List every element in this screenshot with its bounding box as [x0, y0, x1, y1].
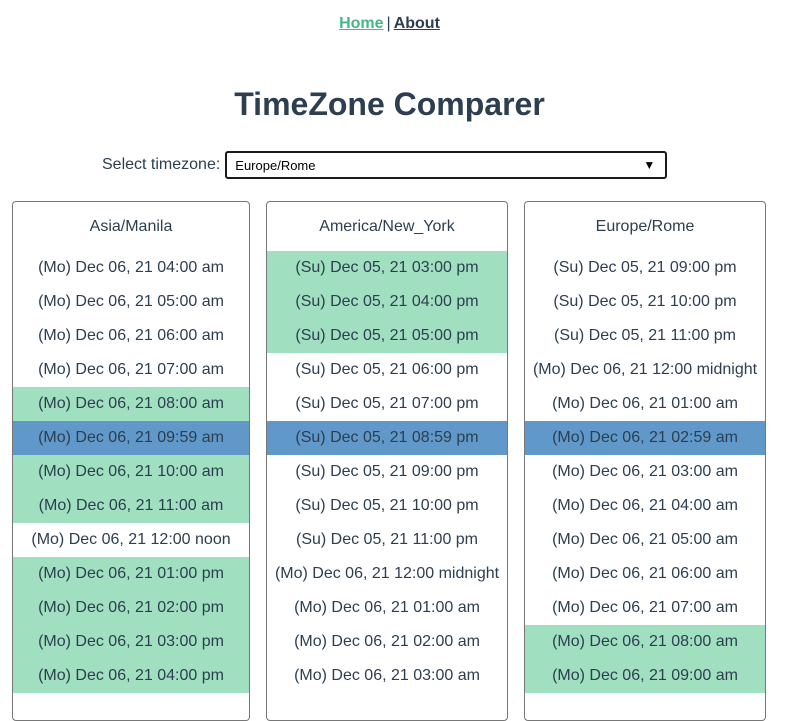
- time-row: (Mo) Dec 06, 21 04:00 am: [552, 497, 738, 514]
- time-row: (Mo) Dec 06, 21 06:00 am: [552, 565, 738, 582]
- time-row: (Mo) Dec 06, 21 01:00 am: [294, 599, 480, 616]
- time-row: (Mo) Dec 06, 21 02:00 am: [294, 633, 480, 650]
- time-row: (Mo) Dec 06, 21 12:00 noon: [31, 531, 231, 548]
- time-row: (Mo) Dec 06, 21 03:00 pm: [13, 625, 249, 659]
- time-row: (Mo) Dec 06, 21 11:00 am: [13, 489, 249, 523]
- timezone-select-label: Select timezone:: [102, 156, 221, 173]
- timezone-column-2: Europe/Rome (Su) Dec 05, 21 09:00 pm (Su)…: [524, 201, 766, 721]
- time-row: (Mo) Dec 06, 21 05:00 am: [38, 293, 224, 310]
- column-header: Asia/Manila: [89, 218, 173, 235]
- time-row: (Mo) Dec 06, 21 08:00 am: [525, 625, 765, 659]
- time-row: (Mo) Dec 06, 21 02:00 pm: [13, 591, 249, 625]
- time-row: (Mo) Dec 06, 21 01:00 am: [552, 395, 738, 412]
- time-row: (Mo) Dec 06, 21 12:00 midnight: [532, 361, 758, 378]
- time-row: (Su) Dec 05, 21 04:00 pm: [267, 285, 507, 319]
- time-row: (Mo) Dec 06, 21 01:00 pm: [13, 557, 249, 591]
- time-row: (Mo) Dec 06, 21 03:00 am: [294, 667, 480, 684]
- time-row: (Mo) Dec 06, 21 10:00 am: [13, 455, 249, 489]
- time-row: (Su) Dec 05, 21 07:00 pm: [295, 395, 479, 412]
- time-row: (Su) Dec 05, 21 11:00 pm: [553, 327, 737, 344]
- time-row: (Mo) Dec 06, 21 03:00 am: [552, 463, 738, 480]
- column-rows: (Su) Dec 05, 21 03:00 pm (Su) Dec 05, 21 …: [267, 251, 507, 693]
- time-row: (Mo) Dec 06, 21 04:00 pm: [13, 659, 249, 693]
- column-rows: (Mo) Dec 06, 21 04:00 am (Mo) Dec 06, 21 …: [13, 251, 249, 693]
- page-title: TimeZone Comparer: [234, 86, 545, 122]
- time-row: (Mo) Dec 06, 21 12:00 midnight: [274, 565, 500, 582]
- time-row: (Mo) Dec 06, 21 04:00 am: [38, 259, 224, 276]
- timezone-selector-row: Select timezone: Europe/Rome ▼: [102, 149, 668, 181]
- dropdown-arrow-icon: ▼: [643, 158, 656, 172]
- time-row-current: (Su) Dec 05, 21 08:59 pm: [267, 421, 507, 455]
- time-row-current: (Mo) Dec 06, 21 02:59 am: [525, 421, 765, 455]
- nav-link-home[interactable]: Home: [339, 15, 383, 32]
- time-row: (Su) Dec 05, 21 11:00 pm: [295, 531, 479, 548]
- time-row: (Mo) Dec 06, 21 07:00 am: [38, 361, 224, 378]
- time-row: (Su) Dec 05, 21 05:00 pm: [267, 319, 507, 353]
- column-header: Europe/Rome: [595, 218, 695, 235]
- time-row: (Su) Dec 05, 21 03:00 pm: [267, 251, 507, 285]
- column-rows: (Su) Dec 05, 21 09:00 pm (Su) Dec 05, 21 …: [525, 251, 765, 693]
- time-row: (Mo) Dec 06, 21 05:00 am: [552, 531, 738, 548]
- timezone-column-0: Asia/Manila (Mo) Dec 06, 21 04:00 am (Mo)…: [12, 201, 250, 721]
- time-row: (Su) Dec 05, 21 09:00 pm: [553, 259, 737, 276]
- timezone-select-value: Europe/Rome: [235, 157, 316, 173]
- nav-link-about[interactable]: About: [394, 15, 440, 32]
- nav-separator: |: [386, 15, 391, 32]
- top-nav: Home | About: [0, 15, 779, 33]
- timezone-select[interactable]: Europe/Rome ▼: [225, 151, 668, 179]
- time-row: (Su) Dec 05, 21 10:00 pm: [553, 293, 737, 310]
- time-row: (Mo) Dec 06, 21 06:00 am: [38, 327, 224, 344]
- time-row: (Mo) Dec 06, 21 07:00 am: [552, 599, 738, 616]
- time-row: (Mo) Dec 06, 21 08:00 am: [13, 387, 249, 421]
- time-row-current: (Mo) Dec 06, 21 09:59 am: [13, 421, 249, 455]
- time-row: (Su) Dec 05, 21 06:00 pm: [295, 361, 479, 378]
- time-row: (Su) Dec 05, 21 09:00 pm: [295, 463, 479, 480]
- column-header: America/New_York: [319, 218, 455, 235]
- time-row: (Su) Dec 05, 21 10:00 pm: [295, 497, 479, 514]
- time-row: (Mo) Dec 06, 21 09:00 am: [525, 659, 765, 693]
- timezone-column-1: America/New_York (Su) Dec 05, 21 03:00 p…: [266, 201, 508, 721]
